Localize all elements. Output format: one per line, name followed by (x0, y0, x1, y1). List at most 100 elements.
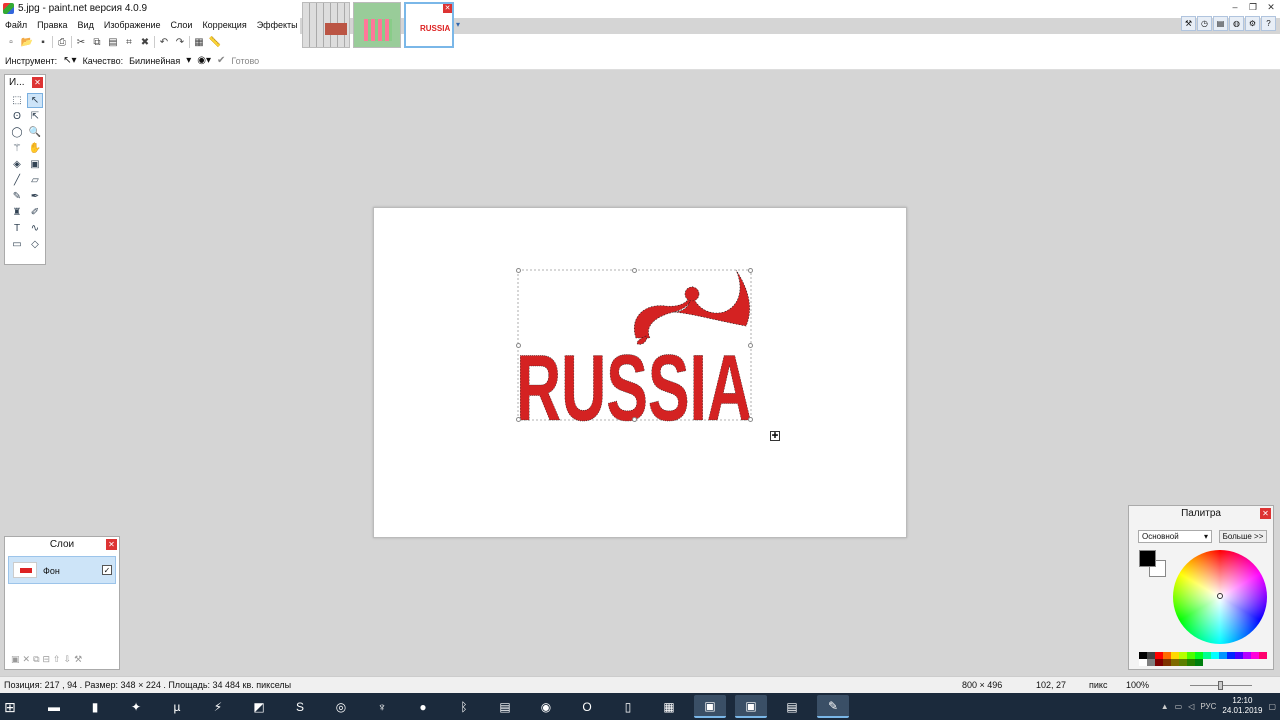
close-tools-panel-icon[interactable]: ✕ (32, 77, 43, 88)
help-icon[interactable]: ? (1261, 16, 1276, 31)
lasso-select-icon[interactable]: ʘ (9, 109, 25, 124)
palette-swatch[interactable] (1171, 659, 1179, 666)
file-explorer-icon[interactable]: ▬ (38, 695, 70, 718)
close-palette-panel-icon[interactable]: ✕ (1260, 508, 1271, 519)
add-layer-icon[interactable]: ▣ (11, 654, 20, 665)
paintbrush-icon[interactable]: ╱ (9, 173, 25, 188)
layer-visibility-checkbox[interactable]: ✓ (102, 565, 112, 575)
selection-handle[interactable] (748, 343, 753, 348)
primary-color-swatch[interactable] (1139, 550, 1156, 567)
palette-swatch[interactable] (1211, 652, 1219, 659)
image-tab-active[interactable]: RUSSIA ✕ (404, 2, 454, 48)
network-icon[interactable]: ▭ (1175, 702, 1183, 711)
app-icon[interactable]: ▤ (489, 695, 521, 718)
palette-swatch[interactable] (1179, 652, 1187, 659)
eraser-icon[interactable]: ▱ (27, 173, 43, 188)
zoom-level[interactable]: 100% (1126, 680, 1149, 690)
more-colors-button[interactable]: Больше >> (1219, 530, 1267, 543)
done-button[interactable]: Готово (231, 56, 259, 66)
folder-icon[interactable]: ▮ (79, 695, 111, 718)
clock[interactable]: 12:10 24.01.2019 (1222, 696, 1262, 716)
move-selected-icon[interactable]: ↖ (27, 93, 43, 108)
history-window-icon[interactable]: ◷ (1197, 16, 1212, 31)
undo-icon[interactable]: ↶ (157, 34, 171, 50)
image-list-dropdown-icon[interactable]: ▾ (456, 20, 460, 29)
app-icon[interactable]: ▯ (612, 695, 644, 718)
windows-start-icon[interactable]: ⊞ (4, 699, 20, 715)
copy-icon[interactable]: ⧉ (90, 34, 104, 50)
palette-swatch[interactable] (1203, 652, 1211, 659)
ellipse-select-icon[interactable]: ◯ (9, 125, 25, 140)
pencil-icon[interactable]: ✎ (9, 189, 25, 204)
line-curve-icon[interactable]: ∿ (27, 221, 43, 236)
palette-swatch[interactable] (1195, 659, 1203, 666)
selection-handle[interactable] (516, 268, 521, 273)
menu-image[interactable]: Изображение (99, 18, 166, 34)
deselect-icon[interactable]: ✖ (138, 34, 152, 50)
torrent-icon[interactable]: µ (161, 695, 193, 718)
palette-swatch[interactable] (1163, 652, 1171, 659)
app-icon[interactable]: ▣ (735, 695, 767, 718)
clone-stamp-icon[interactable]: ♜ (9, 205, 25, 220)
zoom-slider-handle[interactable] (1218, 681, 1223, 690)
palette-swatch[interactable] (1163, 659, 1171, 666)
shapes-extra-icon[interactable]: ◇ (27, 237, 43, 252)
move-layer-up-icon[interactable]: ⇧ (53, 654, 61, 665)
lang-indicator[interactable]: РУС (1200, 702, 1216, 711)
palette-swatch[interactable] (1179, 659, 1187, 666)
crop-icon[interactable]: ⌗ (122, 34, 136, 50)
image-tab-1[interactable] (302, 2, 350, 48)
recolor-icon[interactable]: ✐ (27, 205, 43, 220)
app-icon[interactable]: ▣ (694, 695, 726, 718)
print-icon[interactable]: ⎙ (55, 34, 69, 50)
zoom-icon[interactable]: 🔍 (27, 125, 43, 140)
shapes-icon[interactable]: ▭ (9, 237, 25, 252)
new-icon[interactable]: ▫ (4, 34, 18, 50)
palette-swatch[interactable] (1259, 652, 1267, 659)
layer-row[interactable]: Фон ✓ (8, 556, 116, 584)
palette-swatch[interactable] (1187, 659, 1195, 666)
palette-swatch[interactable] (1227, 652, 1235, 659)
close-layers-panel-icon[interactable]: ✕ (106, 539, 117, 550)
pan-icon[interactable]: ✋ (27, 141, 43, 156)
menu-effects[interactable]: Эффекты (252, 18, 303, 34)
app-icon[interactable]: ▤ (776, 695, 808, 718)
palette-swatch[interactable] (1147, 659, 1155, 666)
menu-edit[interactable]: Правка (32, 18, 72, 34)
layers-window-icon[interactable]: ▤ (1213, 16, 1228, 31)
bluetooth-icon[interactable]: ᛒ (448, 695, 480, 718)
palette-swatch[interactable] (1243, 652, 1251, 659)
app-icon[interactable]: ◩ (243, 695, 275, 718)
cut-icon[interactable]: ✂ (74, 34, 88, 50)
chevron-down-icon[interactable]: ▾ (186, 55, 191, 66)
move-layer-down-icon[interactable]: ⇩ (64, 654, 72, 665)
image-canvas[interactable]: RUSSIA (373, 207, 907, 538)
check-icon[interactable]: ✔ (217, 55, 225, 66)
opera-icon[interactable]: O (571, 695, 603, 718)
color-picker-icon[interactable]: ✒ (27, 189, 43, 204)
selection-handle[interactable] (516, 343, 521, 348)
grid-icon[interactable]: ▦ (192, 34, 206, 50)
duplicate-layer-icon[interactable]: ⧉ (33, 654, 39, 665)
units-dropdown[interactable]: пикс (1089, 680, 1107, 690)
volume-icon[interactable]: ◁ (1188, 702, 1194, 711)
palette-swatch[interactable] (1187, 652, 1195, 659)
antialiasing-icon[interactable]: ◉▾ (197, 55, 211, 66)
palette-swatch[interactable] (1147, 652, 1155, 659)
maximize-button[interactable]: ❐ (1244, 0, 1262, 14)
paintnet-taskbar-icon[interactable]: ✎ (817, 695, 849, 718)
chrome-icon[interactable]: ◉ (530, 695, 562, 718)
move-selection-icon[interactable]: ⇱ (27, 109, 43, 124)
selection-handle[interactable] (748, 268, 753, 273)
palette-swatch[interactable] (1195, 652, 1203, 659)
minimize-button[interactable]: – (1226, 0, 1244, 14)
app-icon[interactable]: ⚡ (202, 695, 234, 718)
image-tab-2[interactable] (353, 2, 401, 48)
colors-window-icon[interactable]: ◍ (1229, 16, 1244, 31)
menu-layers[interactable]: Слои (166, 18, 198, 34)
rectangle-select-icon[interactable]: ⬚ (9, 93, 25, 108)
redo-icon[interactable]: ↷ (173, 34, 187, 50)
open-icon[interactable]: 📂 (20, 34, 34, 50)
menu-view[interactable]: Вид (73, 18, 99, 34)
close-image-icon[interactable]: ✕ (443, 4, 452, 13)
